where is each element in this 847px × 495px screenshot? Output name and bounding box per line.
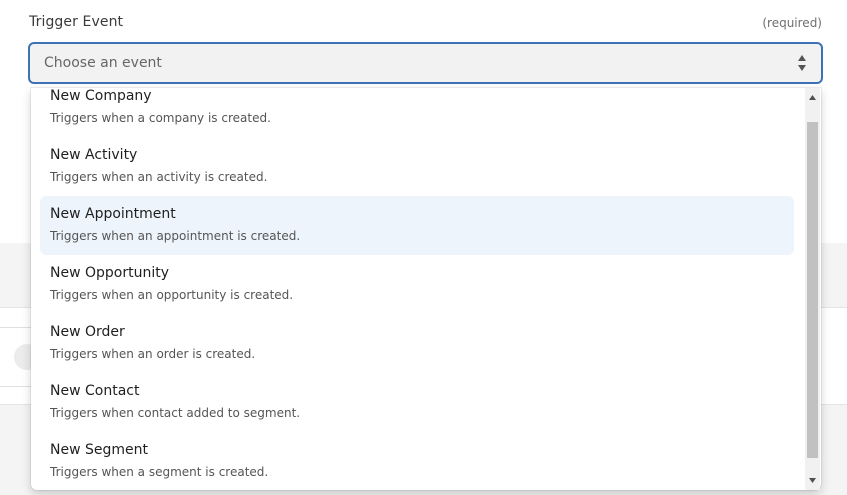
option-title: New Order (50, 324, 125, 340)
option-new-company[interactable]: New Company Triggers when a company is c… (40, 88, 794, 137)
option-description: Triggers when an order is created. (50, 347, 256, 361)
option-description: Triggers when contact added to segment. (50, 406, 301, 420)
option-new-opportunity[interactable]: New Opportunity Triggers when an opportu… (40, 255, 794, 314)
option-description: Triggers when a segment is created. (50, 465, 269, 479)
trigger-event-label: Trigger Event (29, 14, 124, 30)
trigger-event-select[interactable]: Choose an event (28, 42, 823, 84)
option-title: New Company (50, 88, 152, 104)
option-title: New Contact (50, 383, 140, 399)
option-new-contact[interactable]: New Contact Triggers when contact added … (40, 373, 794, 432)
option-title: New Segment (50, 442, 148, 458)
option-title: New Activity (50, 147, 138, 163)
option-description: Triggers when an opportunity is created. (50, 288, 294, 302)
option-new-order[interactable]: New Order Triggers when an order is crea… (40, 314, 794, 373)
scrollbar-thumb[interactable] (807, 122, 818, 458)
up-down-arrows-icon (798, 55, 806, 71)
event-dropdown-list: New Company Triggers when a company is c… (31, 88, 821, 490)
option-description: Triggers when a company is created. (50, 111, 271, 125)
triangle-down-icon[interactable] (808, 476, 817, 485)
option-new-segment[interactable]: New Segment Triggers when a segment is c… (40, 432, 794, 490)
option-description: Triggers when an activity is created. (50, 170, 268, 184)
option-title: New Appointment (50, 206, 176, 222)
required-indicator: (required) (762, 16, 822, 30)
option-new-activity[interactable]: New Activity Triggers when an activity i… (40, 137, 794, 196)
triangle-up-icon[interactable] (808, 93, 817, 102)
option-new-appointment[interactable]: New Appointment Triggers when an appoint… (40, 196, 794, 255)
select-placeholder: Choose an event (44, 55, 162, 71)
option-title: New Opportunity (50, 265, 169, 281)
dropdown-scrollbar[interactable] (805, 88, 820, 490)
option-description: Triggers when an appointment is created. (50, 229, 301, 243)
